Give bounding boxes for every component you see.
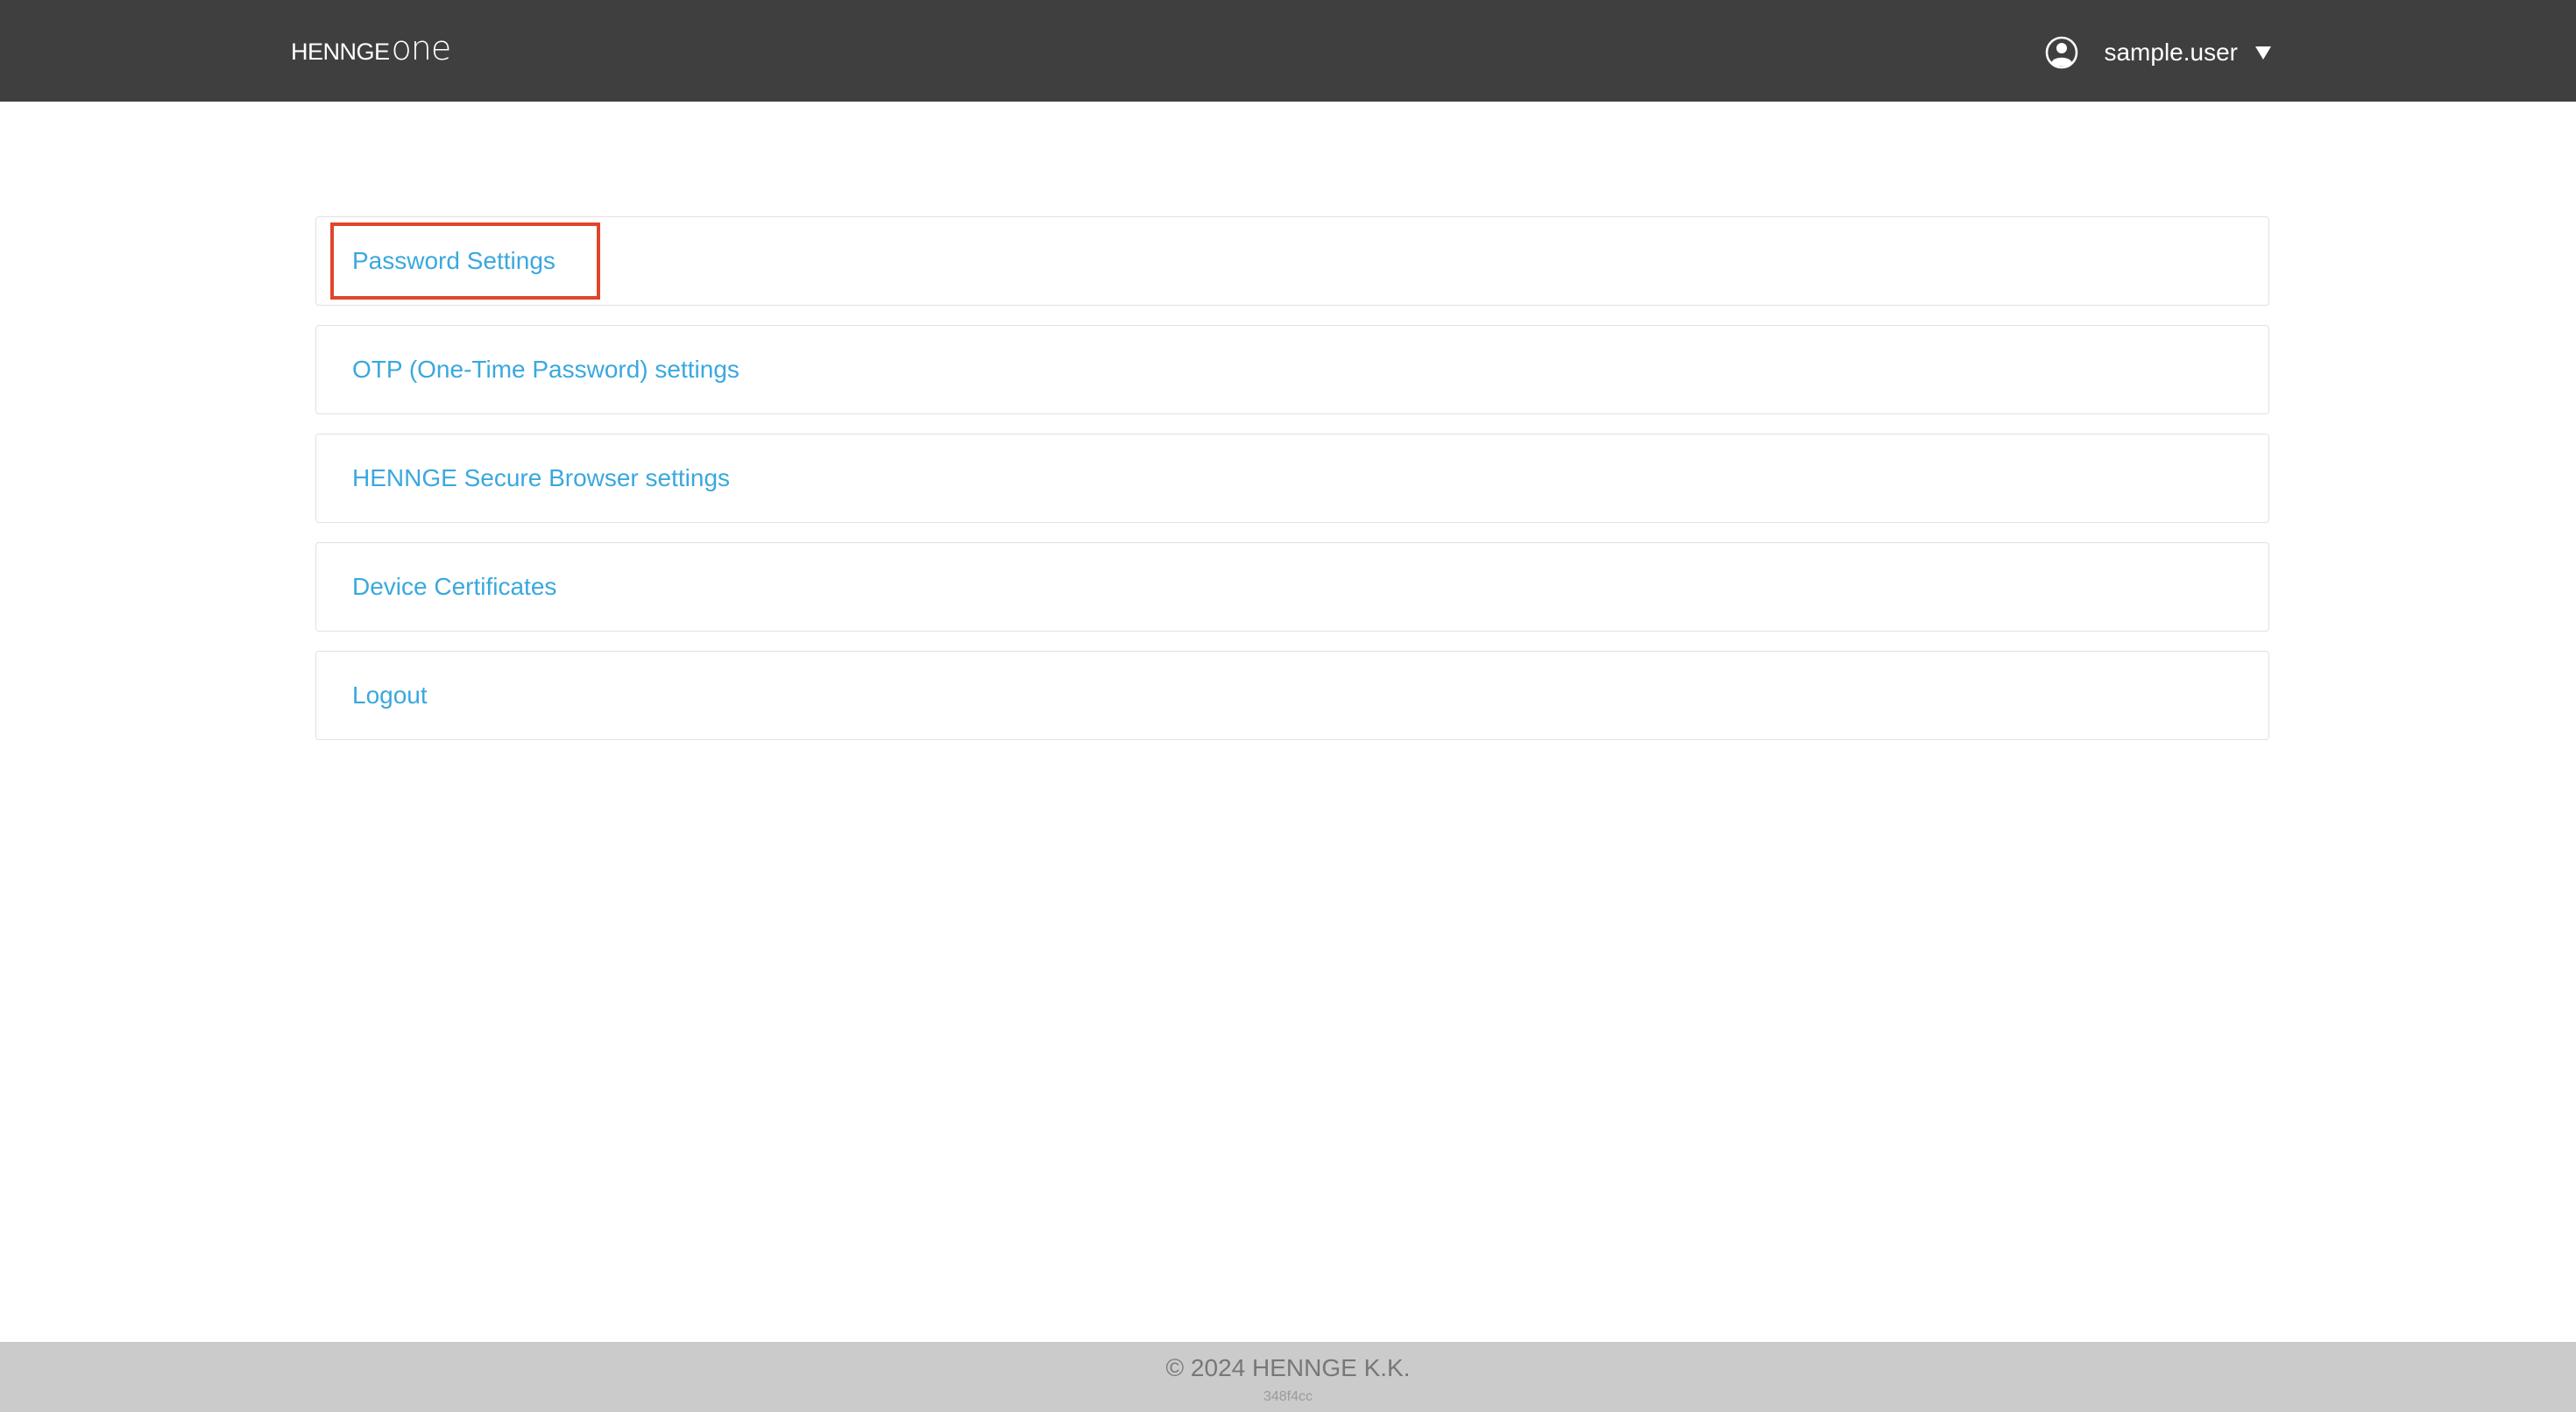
footer: © 2024 HENNGE K.K. 348f4cc xyxy=(0,1342,2576,1412)
top-bar: HENNGE one sample.user xyxy=(0,0,2576,102)
otp-settings-link[interactable]: OTP (One-Time Password) settings xyxy=(352,356,740,384)
password-settings-link[interactable]: Password Settings xyxy=(352,247,556,275)
settings-menu: Password Settings OTP (One-Time Password… xyxy=(315,216,2269,759)
secure-browser-settings-link[interactable]: HENNGE Secure Browser settings xyxy=(352,464,730,492)
user-menu-toggle[interactable]: sample.user xyxy=(2044,32,2271,74)
user-name: sample.user xyxy=(2104,39,2238,66)
hennge-one-logo[interactable]: HENNGE one xyxy=(291,29,452,70)
menu-item-password-settings[interactable]: Password Settings xyxy=(315,216,2269,306)
menu-item-device-certificates[interactable]: Device Certificates xyxy=(315,542,2269,632)
logo-text-main: HENNGE xyxy=(291,39,390,65)
user-circle-icon xyxy=(2044,35,2079,70)
menu-item-otp-settings[interactable]: OTP (One-Time Password) settings xyxy=(315,325,2269,414)
build-hash: 348f4cc xyxy=(1263,1389,1313,1404)
copyright-text: © 2024 HENNGE K.K. xyxy=(1165,1354,1411,1381)
logout-link[interactable]: Logout xyxy=(352,681,428,710)
menu-item-secure-browser-settings[interactable]: HENNGE Secure Browser settings xyxy=(315,434,2269,523)
logo-text-suffix: one xyxy=(391,29,452,67)
device-certificates-link[interactable]: Device Certificates xyxy=(352,573,556,601)
menu-item-logout[interactable]: Logout xyxy=(315,651,2269,740)
caret-down-icon xyxy=(2255,46,2271,60)
